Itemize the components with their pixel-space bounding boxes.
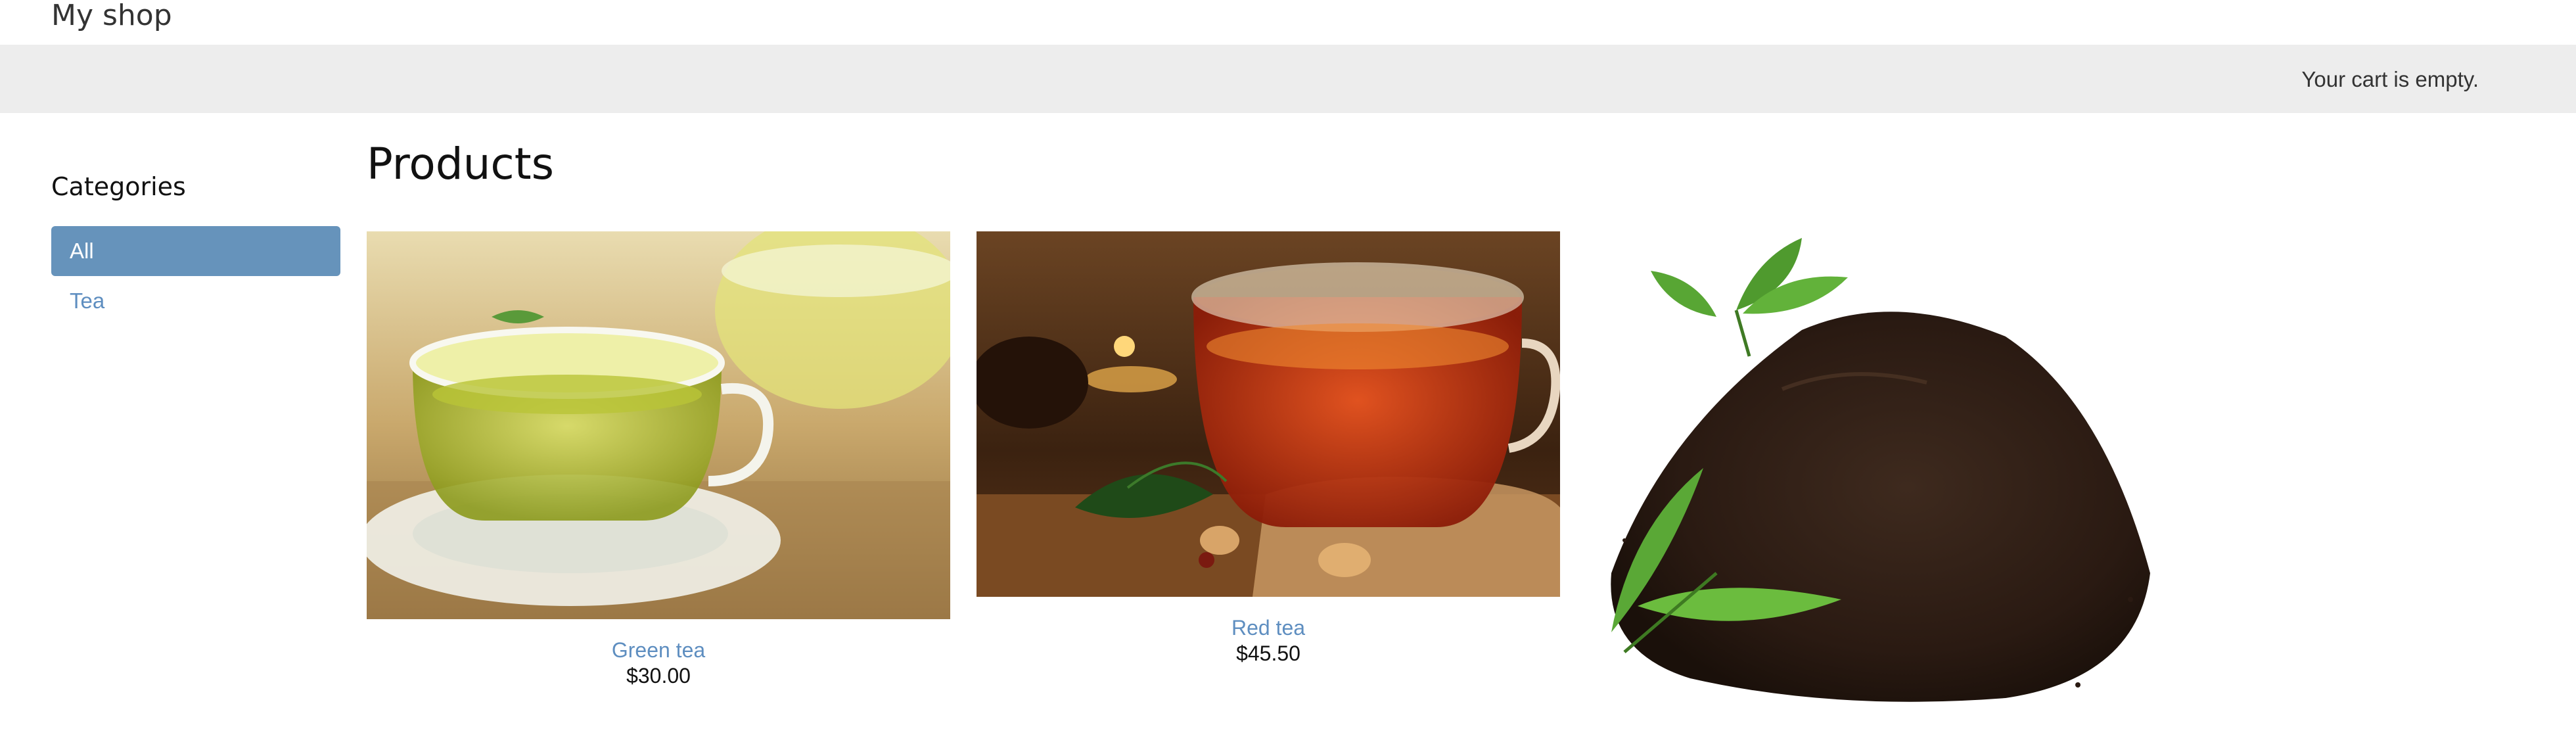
site-logo-link[interactable]: My shop (51, 0, 172, 32)
site-header: My shop (0, 0, 2576, 45)
product-price: $45.50 (1236, 642, 1300, 665)
product-name-link[interactable]: Red tea (977, 615, 1560, 641)
product-price: $30.00 (626, 664, 691, 688)
category-list: All Tea (51, 226, 340, 326)
category-label: All (70, 239, 94, 263)
product-card: Green tea $30.00 (367, 231, 950, 688)
green-tea-cup-photo-icon (367, 231, 950, 619)
product-card (1585, 231, 2169, 709)
loose-tea-leaves-photo-icon (1585, 231, 2169, 706)
cart-status-text: Your cart is empty. (2301, 67, 2479, 91)
sidebar-title: Categories (51, 172, 186, 201)
category-item-all[interactable]: All (51, 226, 340, 276)
category-label: Tea (70, 289, 105, 313)
category-item-tea[interactable]: Tea (51, 276, 340, 326)
red-tea-cup-photo-icon (977, 231, 1560, 597)
page: My shop Your cart is empty. Categories A… (0, 0, 2576, 748)
page-title: Products (367, 139, 554, 189)
product-image-link[interactable] (977, 231, 1560, 600)
category-sidebar: Categories All Tea (51, 171, 340, 326)
product-image-link[interactable] (367, 231, 950, 622)
product-card: Red tea $45.50 (977, 231, 1560, 666)
cart-bar: Your cart is empty. (0, 45, 2576, 113)
product-image-link[interactable] (1585, 231, 2169, 709)
product-name-link[interactable]: Green tea (367, 637, 950, 663)
